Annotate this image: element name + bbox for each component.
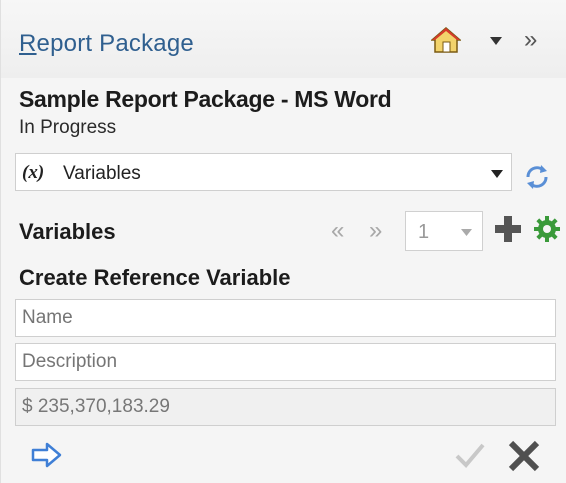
description-input[interactable]: [15, 343, 556, 381]
arrow-right-icon[interactable]: [31, 441, 63, 469]
double-chevron-right-icon[interactable]: »: [524, 28, 537, 52]
panel-header: Report Package »: [1, 0, 566, 78]
chevron-down-icon[interactable]: [461, 229, 472, 236]
package-name: Sample Report Package - MS Word: [19, 86, 392, 112]
package-status: In Progress: [19, 117, 117, 138]
page-select[interactable]: 1: [405, 211, 483, 251]
double-chevron-left-icon[interactable]: «: [331, 217, 344, 245]
variables-heading: Variables: [19, 219, 116, 244]
plus-icon[interactable]: [493, 214, 523, 244]
double-chevron-right-icon[interactable]: »: [369, 217, 382, 245]
page-select-value: 1: [418, 221, 430, 243]
create-variable-heading: Create Reference Variable: [19, 265, 291, 290]
name-input[interactable]: [15, 299, 556, 337]
variable-icon: (x): [22, 162, 45, 183]
view-select-value: Variables: [63, 163, 141, 184]
amount-field[interactable]: [15, 388, 556, 426]
home-icon[interactable]: [431, 26, 461, 54]
check-icon[interactable]: [453, 440, 487, 470]
refresh-icon[interactable]: [522, 162, 552, 192]
chevron-down-icon[interactable]: [490, 37, 502, 45]
report-package-panel: Report Package » Sample Report Package -…: [0, 0, 566, 483]
view-select[interactable]: (x) Variables: [15, 153, 512, 191]
gear-icon[interactable]: [532, 214, 562, 244]
panel-title: Report Package: [19, 30, 194, 57]
chevron-down-icon[interactable]: [491, 170, 503, 178]
close-icon[interactable]: [504, 438, 544, 474]
